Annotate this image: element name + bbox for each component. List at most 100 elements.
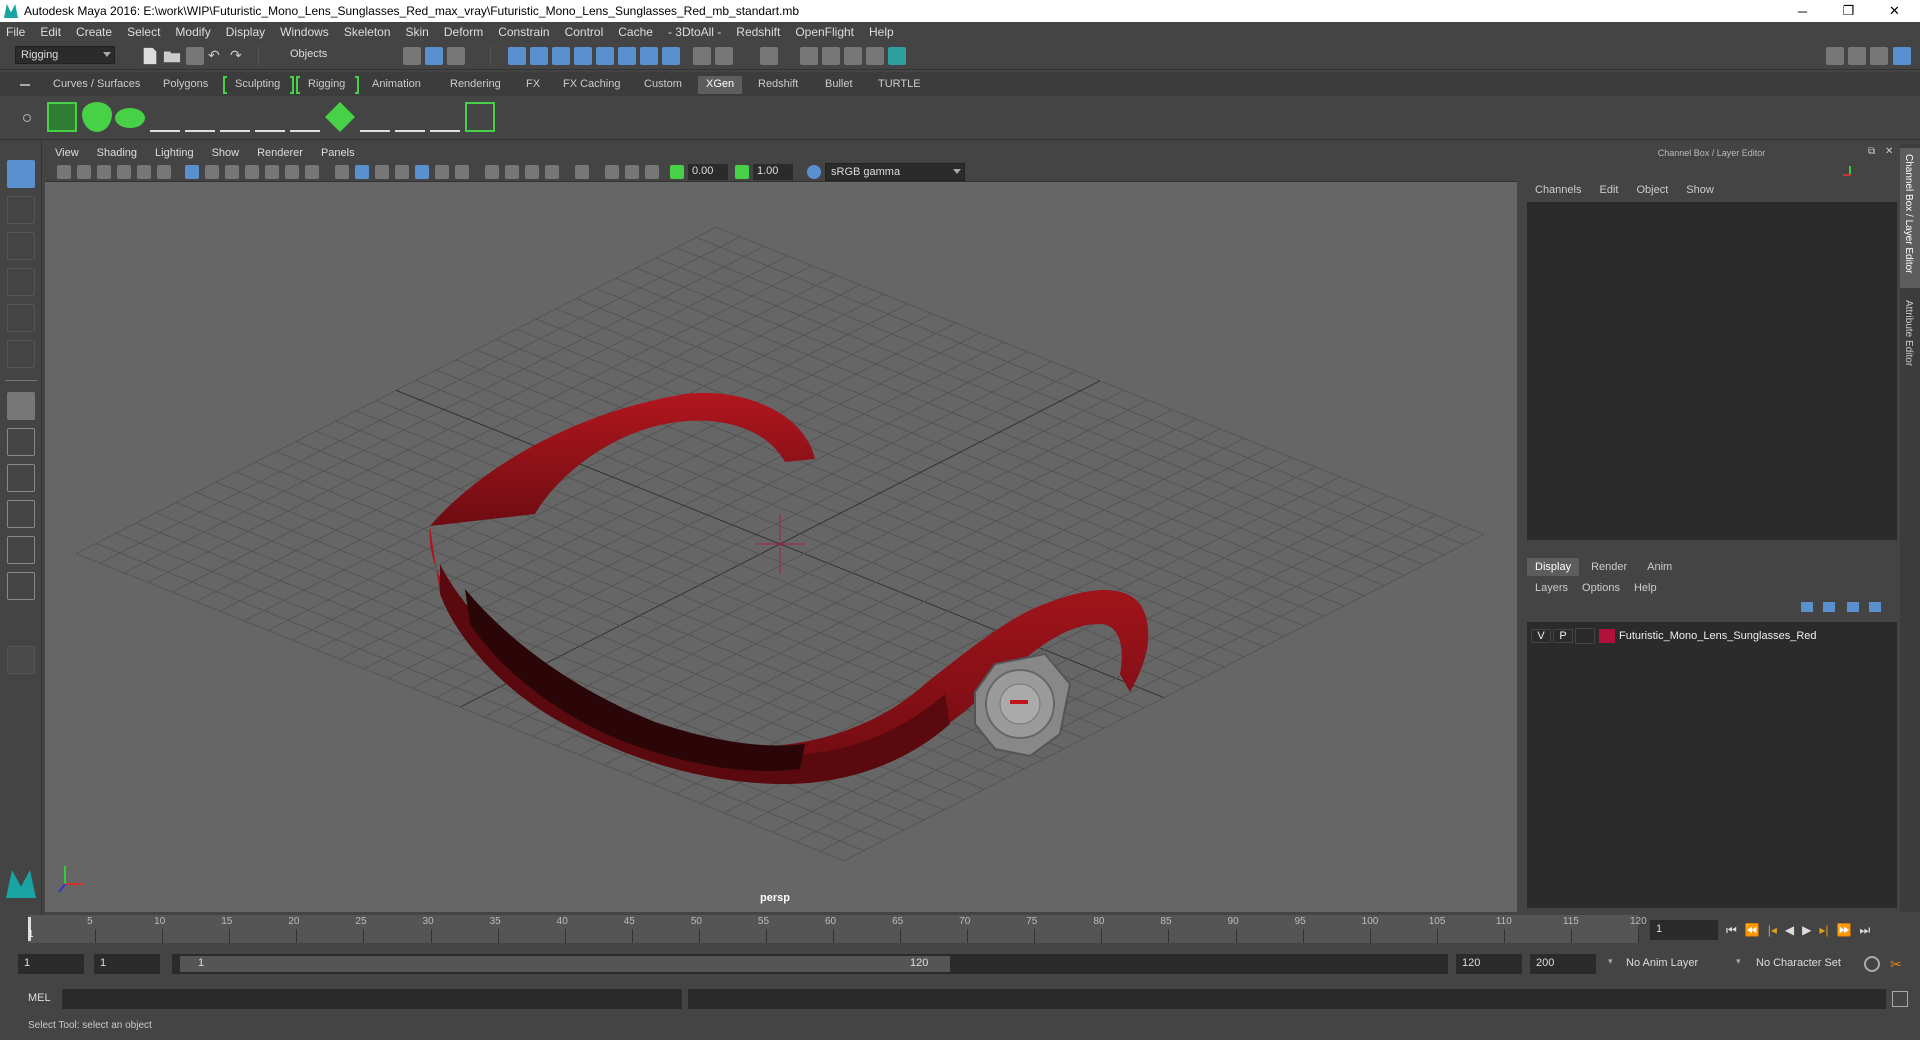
move-tool-icon[interactable] bbox=[7, 268, 35, 296]
float-panel-icon[interactable]: ⧉ bbox=[1868, 146, 1875, 157]
play-backward-icon[interactable]: ◀ bbox=[1785, 923, 1794, 938]
move-layer-up-icon[interactable] bbox=[1801, 602, 1813, 612]
gamma-icon[interactable] bbox=[735, 165, 749, 179]
resolution-gate-icon[interactable] bbox=[225, 165, 239, 179]
edit-menu[interactable]: Edit bbox=[1599, 184, 1618, 196]
auto-key-icon[interactable] bbox=[1864, 956, 1880, 972]
layers-menu[interactable]: Layers bbox=[1535, 582, 1568, 594]
grease-pencil-icon[interactable] bbox=[157, 165, 171, 179]
playback-end-field[interactable]: 120 bbox=[1456, 954, 1522, 974]
xgen-comb-icon[interactable] bbox=[395, 102, 425, 132]
move-layer-down-icon[interactable] bbox=[1823, 602, 1835, 612]
current-frame-field[interactable]: 1 bbox=[1650, 920, 1718, 940]
xray-active-icon[interactable] bbox=[625, 165, 639, 179]
image-plane-icon[interactable] bbox=[117, 165, 131, 179]
menu-redshift[interactable]: Redshift bbox=[736, 25, 780, 39]
options-menu[interactable]: Options bbox=[1582, 582, 1620, 594]
layer-color-swatch[interactable] bbox=[1599, 629, 1615, 643]
render-view-icon[interactable] bbox=[888, 47, 906, 65]
new-layer-selected-icon[interactable] bbox=[1847, 602, 1859, 612]
exposure-field[interactable]: 0.00 bbox=[688, 164, 728, 180]
layer-tab-render[interactable]: Render bbox=[1579, 558, 1639, 576]
menu-edit[interactable]: Edit bbox=[40, 25, 61, 39]
xgen-guide-icon[interactable] bbox=[185, 102, 215, 132]
vp-menu-view[interactable]: View bbox=[55, 147, 79, 159]
xgen-layer-icon[interactable] bbox=[325, 102, 355, 132]
safe-action-icon[interactable] bbox=[285, 165, 299, 179]
xgen-add-guide-icon[interactable] bbox=[220, 102, 250, 132]
modeling-toolkit-icon[interactable] bbox=[1826, 47, 1844, 65]
gamma-field[interactable]: 1.00 bbox=[753, 164, 793, 180]
menu-select[interactable]: Select bbox=[127, 25, 160, 39]
tab-rigging[interactable]: Rigging bbox=[300, 76, 353, 94]
step-back-key-icon[interactable]: |◂ bbox=[1768, 923, 1777, 938]
selection-mode-dropdown[interactable]: Objects bbox=[285, 46, 380, 64]
wireframe-on-shaded-icon[interactable] bbox=[375, 165, 389, 179]
snap-surface-icon[interactable] bbox=[596, 47, 614, 65]
menu-skeleton[interactable]: Skeleton bbox=[344, 25, 391, 39]
redo-icon[interactable]: ↷ bbox=[230, 47, 248, 65]
object-menu[interactable]: Object bbox=[1636, 184, 1668, 196]
camera-attributes-icon[interactable] bbox=[77, 165, 91, 179]
tab-turtle[interactable]: TURTLE bbox=[870, 76, 929, 94]
tab-custom[interactable]: Custom bbox=[636, 76, 690, 94]
film-gate-icon[interactable] bbox=[205, 165, 219, 179]
menu-set-dropdown[interactable]: Rigging bbox=[15, 46, 115, 64]
tab-animation[interactable]: Animation bbox=[364, 76, 429, 94]
snap-plane-icon[interactable] bbox=[662, 47, 680, 65]
sunglasses-model[interactable] bbox=[429, 392, 1149, 784]
layer-name[interactable]: Futuristic_Mono_Lens_Sunglasses_Red bbox=[1619, 630, 1817, 642]
single-pane-layout-icon[interactable] bbox=[7, 392, 35, 420]
safe-title-icon[interactable] bbox=[305, 165, 319, 179]
select-object-icon[interactable] bbox=[425, 47, 443, 65]
xgen-select-icon[interactable] bbox=[465, 102, 495, 132]
xgen-icon[interactable] bbox=[47, 102, 77, 132]
step-forward-frame-icon[interactable]: ⏩ bbox=[1837, 923, 1852, 938]
side-tab-attribute-editor[interactable]: Attribute Editor bbox=[1900, 294, 1920, 394]
select-component-icon[interactable] bbox=[447, 47, 465, 65]
persp-graph-layout-icon[interactable] bbox=[7, 500, 35, 528]
show-menu[interactable]: Show bbox=[1686, 184, 1714, 196]
save-scene-icon[interactable] bbox=[186, 47, 204, 65]
menu-deform[interactable]: Deform bbox=[444, 25, 483, 39]
snap-point-icon[interactable] bbox=[552, 47, 570, 65]
history-icon[interactable] bbox=[715, 47, 733, 65]
vp-menu-renderer[interactable]: Renderer bbox=[257, 147, 303, 159]
xgen-grow-icon[interactable] bbox=[150, 102, 180, 132]
side-tab-channel-box[interactable]: Channel Box / Layer Editor bbox=[1900, 148, 1920, 288]
lock-icon[interactable] bbox=[693, 47, 711, 65]
input-ops-icon[interactable] bbox=[760, 47, 778, 65]
menu-skin[interactable]: Skin bbox=[406, 25, 429, 39]
field-chart-icon[interactable] bbox=[265, 165, 279, 179]
2d-pan-zoom-icon[interactable] bbox=[137, 165, 151, 179]
open-scene-icon[interactable] bbox=[163, 51, 181, 63]
tab-polygons[interactable]: Polygons bbox=[155, 76, 216, 94]
side-by-side-layout-icon[interactable] bbox=[7, 464, 35, 492]
channels-menu[interactable]: Channels bbox=[1535, 184, 1581, 196]
command-language-label[interactable]: MEL bbox=[28, 992, 51, 1004]
menu-windows[interactable]: Windows bbox=[280, 25, 329, 39]
tab-sculpting[interactable]: Sculpting bbox=[227, 76, 288, 94]
layer-row[interactable]: V P Futuristic_Mono_Lens_Sunglasses_Red bbox=[1527, 626, 1897, 646]
vp-menu-shading[interactable]: Shading bbox=[97, 147, 137, 159]
smooth-shade-icon[interactable] bbox=[355, 165, 369, 179]
command-input[interactable] bbox=[62, 989, 682, 1009]
script-editor-icon[interactable] bbox=[1892, 991, 1908, 1007]
menu-3dtoall[interactable]: - 3DtoAll - bbox=[668, 25, 721, 39]
minimize-button[interactable]: ─ bbox=[1780, 0, 1825, 22]
xgen-lock-icon[interactable] bbox=[290, 102, 320, 132]
layer-visibility-toggle[interactable]: V bbox=[1531, 629, 1551, 643]
ipr-render-icon[interactable] bbox=[822, 47, 840, 65]
time-slider[interactable]: 1 5 10 15 20 25 30 35 40 45 50 55 60 65 70 75 80 85 90 95 1… bbox=[0, 915, 1920, 947]
range-slider-handle[interactable]: 1 120 bbox=[180, 956, 950, 972]
anim-layer-dropdown[interactable]: No Anim Layer bbox=[1620, 954, 1732, 974]
tab-fx[interactable]: FX bbox=[518, 76, 548, 94]
xgen-bend-icon[interactable] bbox=[360, 102, 390, 132]
menu-cache[interactable]: Cache bbox=[618, 25, 653, 39]
menu-help[interactable]: Help bbox=[869, 25, 894, 39]
new-layer-icon[interactable] bbox=[1869, 602, 1881, 612]
new-scene-icon[interactable] bbox=[143, 47, 157, 65]
close-button[interactable]: ✕ bbox=[1872, 0, 1917, 22]
play-forward-icon[interactable]: ▶ bbox=[1802, 923, 1811, 938]
close-panel-icon[interactable]: ✕ bbox=[1885, 146, 1893, 157]
